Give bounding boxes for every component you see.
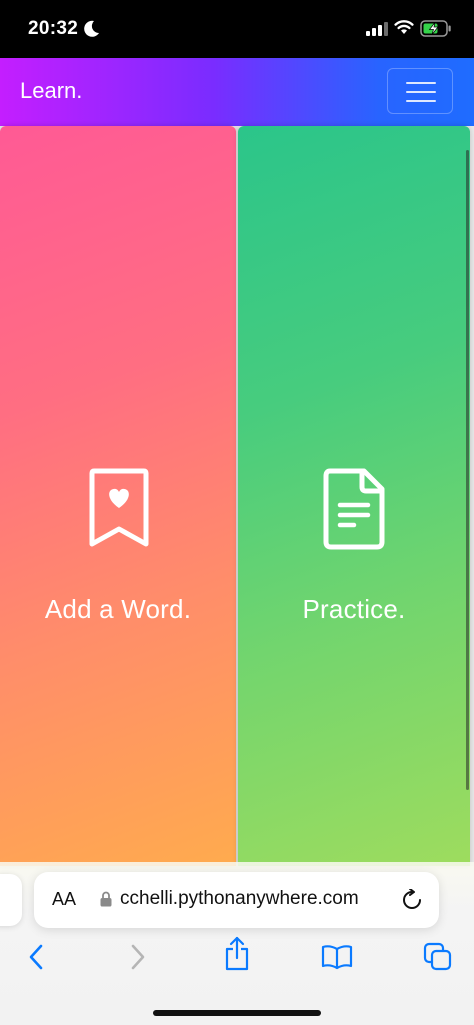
document-text-icon — [323, 468, 385, 550]
scroll-indicator[interactable] — [466, 150, 469, 790]
reload-icon[interactable] — [401, 889, 423, 911]
signal-icon — [366, 22, 388, 36]
moon-icon — [84, 20, 99, 37]
share-icon[interactable] — [224, 936, 250, 972]
battery-charging-icon — [420, 20, 451, 37]
status-bar: 20:32 — [0, 0, 474, 58]
hamburger-menu-icon-line — [406, 91, 436, 93]
lock-icon — [100, 891, 112, 907]
address-bar[interactable]: AA cchelli.pythonanywhere.com — [34, 872, 439, 928]
practice-card[interactable]: Practice. — [238, 126, 470, 866]
url-text: cchelli.pythonanywhere.com — [120, 888, 359, 909]
navbar: Learn. — [0, 58, 474, 126]
reader-settings-button[interactable]: AA — [52, 889, 76, 910]
status-time: 20:32 — [28, 18, 79, 39]
tabs-icon[interactable] — [423, 942, 453, 972]
bookmark-heart-icon — [89, 468, 149, 547]
safari-bottom-bar: AA cchelli.pythonanywhere.com — [0, 862, 474, 1025]
add-word-title: Add a Word. — [44, 594, 192, 624]
brand-link[interactable]: Learn. — [20, 78, 82, 104]
practice-title: Practice. — [302, 594, 406, 624]
card-container: Add a Word. Practice. — [0, 126, 474, 866]
hamburger-menu-icon — [406, 82, 436, 84]
hamburger-menu-icon-line — [406, 100, 436, 102]
add-word-card[interactable]: Add a Word. — [0, 126, 236, 866]
previous-tab-preview[interactable] — [0, 874, 22, 926]
home-indicator — [153, 1010, 321, 1016]
back-icon[interactable] — [27, 942, 45, 972]
wifi-icon — [394, 20, 414, 34]
menu-toggle-button[interactable] — [387, 68, 453, 114]
forward-icon[interactable] — [129, 942, 147, 972]
bookmarks-icon[interactable] — [321, 944, 353, 970]
phone-screen: 20:32 Learn. Add a Word. Practice. AA cc… — [0, 0, 474, 1025]
